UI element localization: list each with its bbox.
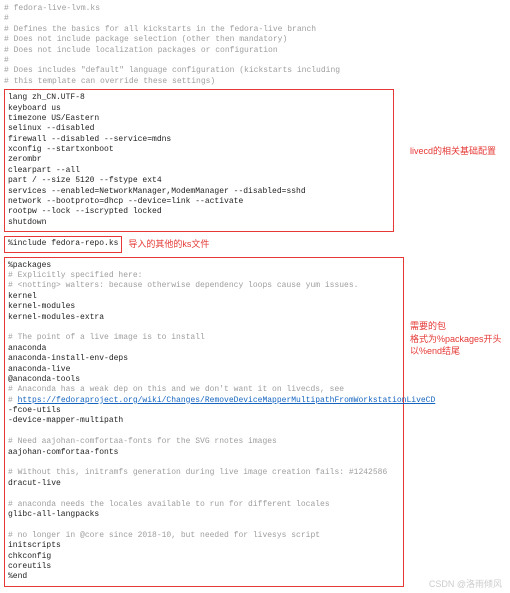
blank xyxy=(8,427,400,437)
cfg-line: shutdown xyxy=(8,218,390,228)
blank xyxy=(8,489,400,499)
cfg-line: firewall --disabled --service=mdns xyxy=(8,135,390,145)
cfg-line: zerombr xyxy=(8,155,390,165)
cfg-line: clearpart --all xyxy=(8,166,390,176)
include-line: %include fedora-repo.ks xyxy=(8,239,118,248)
comment-4: # Does includes "default" language confi… xyxy=(4,66,506,76)
cfg-line: services --enabled=NetworkManager,ModemM… xyxy=(8,187,390,197)
pkg-comment-link: # https://fedoraproject.org/wiki/Changes… xyxy=(8,396,400,406)
cfg-line: xconfig --startxonboot xyxy=(8,145,390,155)
watermark: CSDN @洛雨倾风 xyxy=(429,579,502,591)
pkg-line: coreutils xyxy=(8,562,400,572)
pkg-line: dracut-live xyxy=(8,479,400,489)
pkg-line: kernel-modules-extra xyxy=(8,313,400,323)
cfg-line: part / --size 5120 --fstype ext4 xyxy=(8,176,390,186)
pkg-comment: # Anaconda has a weak dep on this and we… xyxy=(8,385,400,395)
cfg-line: rootpw --lock --iscrypted locked xyxy=(8,207,390,217)
comment-3: # Does not include localization packages… xyxy=(4,46,506,56)
pkg-comment: # Without this, initramfs generation dur… xyxy=(8,468,400,478)
blank xyxy=(8,520,400,530)
pkg-comment: # Explicitly specified here: xyxy=(8,271,400,281)
pkg-line: @anaconda-tools xyxy=(8,375,400,385)
pkg-line: chkconfig xyxy=(8,552,400,562)
pkg-comment: # The point of a live image is to instal… xyxy=(8,333,400,343)
cfg-line: network --bootproto=dhcp --device=link -… xyxy=(8,197,390,207)
pkg-line: anaconda-live xyxy=(8,365,400,375)
include-box: %include fedora-repo.ks xyxy=(4,236,122,252)
cfg-line: selinux --disabled xyxy=(8,124,390,134)
pkg-comment: # no longer in @core since 2018-10, but … xyxy=(8,531,400,541)
annotation-box2-l3: 以%end结尾 xyxy=(410,345,502,358)
blank xyxy=(8,458,400,468)
pkg-line: aajohan-comfortaa-fonts xyxy=(8,448,400,458)
cfg-line: timezone US/Eastern xyxy=(8,114,390,124)
pkg-line: anaconda-install-env-deps xyxy=(8,354,400,364)
annotation-box2-l1: 需要的包 xyxy=(410,320,502,333)
pkg-line: %packages xyxy=(8,261,400,271)
pkg-line: -fcoe-utils xyxy=(8,406,400,416)
pkg-line: kernel-modules xyxy=(8,302,400,312)
annotation-include: 导入的其他的ks文件 xyxy=(128,239,209,251)
pkg-line: -device-mapper-multipath xyxy=(8,416,400,426)
cfg-line: lang zh_CN.UTF-8 xyxy=(8,93,390,103)
packages-box: %packages # Explicitly specified here: #… xyxy=(4,257,404,587)
comment-sep: # xyxy=(4,14,506,24)
comment-filename: # fedora-live-lvm.ks xyxy=(4,4,506,14)
blank xyxy=(8,323,400,333)
cfg-line: keyboard us xyxy=(8,104,390,114)
doc-link[interactable]: https://fedoraproject.org/wiki/Changes/R… xyxy=(18,396,436,405)
config-box: lang zh_CN.UTF-8 keyboard us timezone US… xyxy=(4,89,394,232)
comment-2: # Does not include package selection (ot… xyxy=(4,35,506,45)
pkg-comment: # anaconda needs the locales available t… xyxy=(8,500,400,510)
annotation-box2-l2: 格式为%packages开头 xyxy=(410,333,502,346)
comment-sep2: # xyxy=(4,56,506,66)
pkg-line: %end xyxy=(8,572,400,582)
pkg-line: glibc-all-langpacks xyxy=(8,510,400,520)
pkg-comment: # <notting> walters: because otherwise d… xyxy=(8,281,400,291)
annotation-box2: 需要的包 格式为%packages开头 以%end结尾 xyxy=(410,320,502,358)
pkg-line: kernel xyxy=(8,292,400,302)
comment-5: # this template can override these setti… xyxy=(4,77,506,87)
comment-1: # Defines the basics for all kickstarts … xyxy=(4,25,506,35)
pkg-comment: # Need aajohan-comfortaa-fonts for the S… xyxy=(8,437,400,447)
pkg-line: initscripts xyxy=(8,541,400,551)
annotation-box1: livecd的相关基础配置 xyxy=(410,145,496,158)
pkg-line: anaconda xyxy=(8,344,400,354)
